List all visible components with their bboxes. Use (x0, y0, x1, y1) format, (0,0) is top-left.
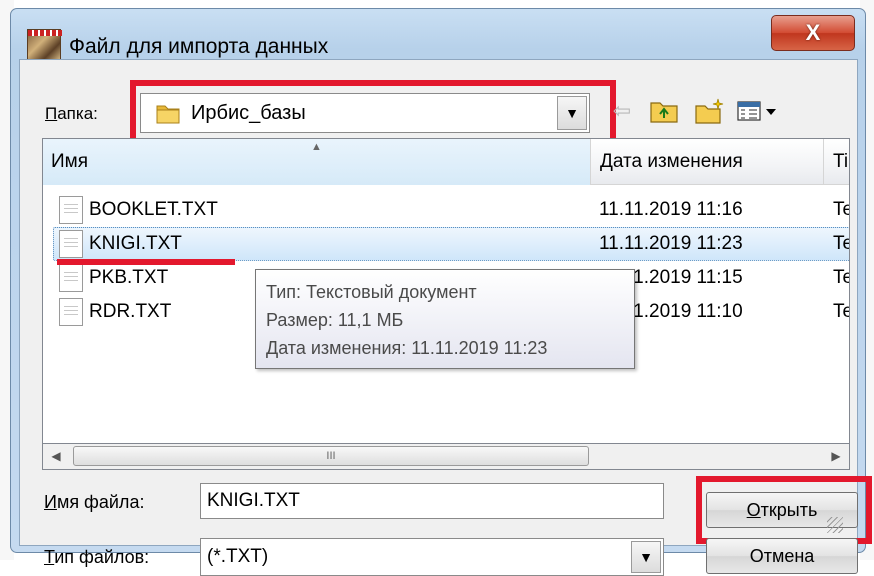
view-menu-icon (737, 101, 776, 121)
scroll-right-button[interactable]: ▶ (823, 444, 849, 468)
text-file-icon (59, 196, 83, 224)
filename-label: Имя файла: (44, 492, 145, 512)
dialog-body: Папка: Ирбис_базы ▼ ⇦ Имя ▲ Дата изменен… (19, 59, 872, 576)
list-item[interactable]: BOOKLET.TXT 11.11.2019 11:16 Te (43, 193, 849, 227)
tooltip-date: Дата изменения: 11.11.2019 11:23 (266, 338, 548, 358)
file-name: RDR.TXT (89, 301, 172, 322)
close-icon: X (805, 20, 821, 45)
folder-up-icon (650, 102, 678, 123)
filetype-value: (*.TXT) (207, 546, 269, 567)
list-header: Имя ▲ Дата изменения Ti (43, 139, 849, 185)
new-folder-icon (695, 98, 724, 124)
file-type: Te (833, 267, 849, 288)
scroll-thumb[interactable]: III (73, 446, 589, 466)
highlight-box-open (696, 476, 872, 544)
chevron-right-icon: ▶ (831, 449, 841, 463)
text-file-icon (59, 230, 83, 258)
text-file-icon (59, 264, 83, 292)
tooltip-size: Размер: 11,1 МБ (266, 310, 404, 330)
window-title: Файл для импорта данных (69, 35, 329, 58)
file-name: BOOKLET.TXT (89, 199, 218, 220)
sort-ascending-icon: ▲ (311, 141, 322, 153)
scroll-left-button[interactable]: ◀ (43, 444, 69, 468)
file-date: 11.11.2019 11:23 (599, 233, 743, 254)
up-folder-button[interactable] (644, 93, 684, 129)
highlight-underline (57, 259, 235, 265)
file-type: Te (833, 233, 849, 254)
file-type: Te (833, 301, 849, 322)
file-name: KNIGI.TXT (89, 233, 182, 254)
file-list[interactable]: Имя ▲ Дата изменения Ti BOOKLET.TXT 11.1… (42, 138, 850, 444)
view-menu-button[interactable] (734, 93, 788, 129)
list-item-selected[interactable]: KNIGI.TXT 11.11.2019 11:23 Te (43, 227, 849, 261)
column-header-type[interactable]: Ti (825, 139, 849, 185)
filetype-combo[interactable]: (*.TXT) ▼ (200, 538, 664, 576)
file-type: Te (833, 199, 849, 220)
resize-grip-icon[interactable] (827, 517, 843, 533)
cancel-button[interactable]: Отмена (706, 538, 858, 574)
file-name: PKB.TXT (89, 267, 169, 288)
folder-label: Папка: (45, 104, 98, 123)
grip-icon: III (326, 450, 336, 462)
file-date: 11.11.2019 11:16 (599, 199, 743, 220)
text-file-icon (59, 298, 83, 326)
tooltip-type: Тип: Текстовый документ (266, 282, 477, 302)
column-header-date[interactable]: Дата изменения (592, 139, 824, 185)
back-arrow-icon: ⇦ (612, 98, 632, 123)
new-folder-button[interactable] (690, 93, 730, 129)
filetype-label: Тип файлов: (44, 547, 150, 567)
filename-input[interactable]: KNIGI.TXT (200, 483, 664, 519)
file-dialog: Файл для импорта данных X Папка: Ирбис_б… (10, 8, 872, 576)
horizontal-scrollbar[interactable]: ◀ III ▶ (42, 444, 850, 470)
file-tooltip: Тип: Текстовый документ Размер: 11,1 МБ … (255, 269, 635, 369)
app-icon (27, 29, 62, 63)
column-header-name[interactable]: Имя ▲ (43, 139, 591, 185)
highlight-box-folder (130, 80, 616, 144)
close-button[interactable]: X (771, 15, 855, 51)
back-button[interactable]: ⇦ (602, 93, 642, 129)
chevron-left-icon: ◀ (51, 449, 61, 463)
filetype-dropdown-button[interactable]: ▼ (631, 541, 661, 573)
chevron-down-icon: ▼ (639, 549, 653, 565)
